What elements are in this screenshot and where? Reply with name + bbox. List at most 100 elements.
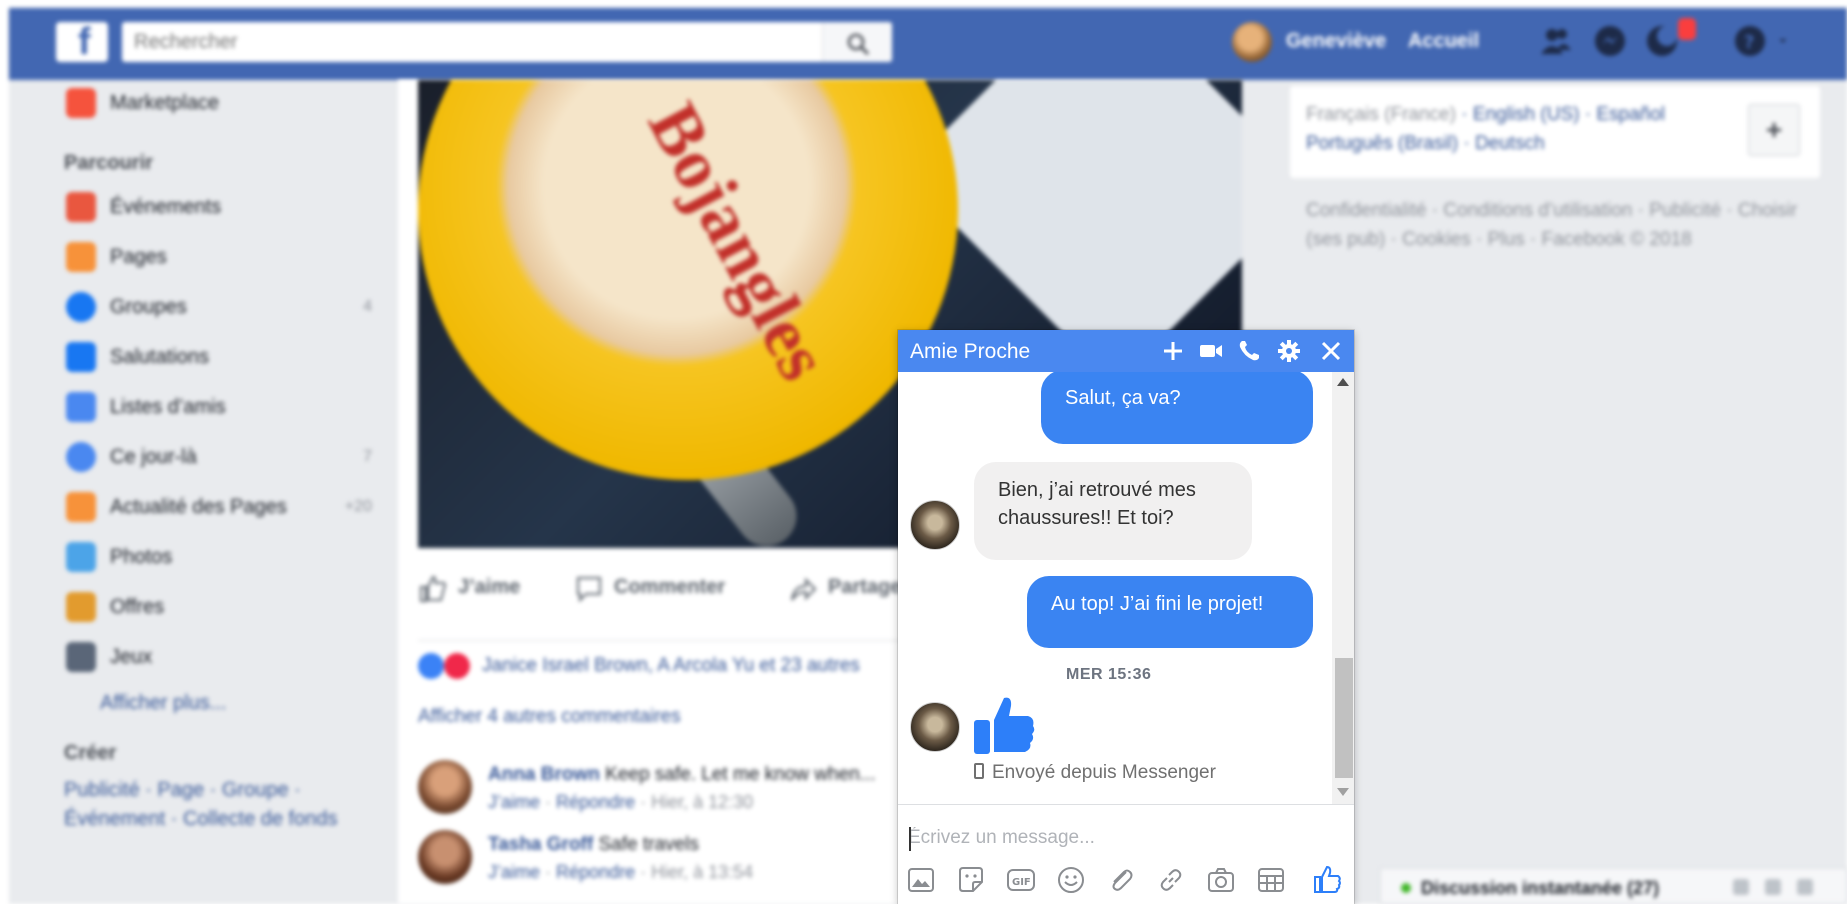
comment-reply-link[interactable]: Répondre — [556, 862, 635, 882]
home-link[interactable]: Accueil — [1408, 30, 1479, 53]
messenger-chat-window: Amie Proche Salut, ça va? Bien, j’ai ret… — [898, 330, 1354, 904]
search-box[interactable] — [122, 22, 892, 62]
commenter-avatar[interactable] — [418, 760, 472, 814]
notification-badge — [1678, 18, 1696, 40]
comment-icon — [577, 577, 601, 603]
outgoing-message[interactable]: Salut, ça va? — [1041, 372, 1313, 444]
sidebar-item-label: Offres — [110, 596, 165, 618]
scroll-down-arrow-icon[interactable] — [1337, 788, 1349, 796]
like-reaction-icon — [418, 653, 444, 679]
sent-via-text: Envoyé depuis Messenger — [992, 762, 1216, 783]
sidebar-item-offers[interactable]: Offres — [60, 590, 380, 626]
attachment-paperclip-icon[interactable] — [1106, 865, 1136, 895]
sidebar-item-photos[interactable]: Photos — [60, 540, 380, 576]
facebook-logo[interactable]: f — [56, 21, 108, 63]
like-button[interactable]: J’aime — [458, 576, 520, 599]
chat-settings-icon[interactable] — [1797, 879, 1813, 895]
chat-options-icon[interactable] — [1733, 879, 1749, 895]
sidebar-item-marketplace[interactable]: Marketplace — [60, 86, 380, 122]
sidebar-item-label: Salutations — [110, 346, 209, 368]
settings-gear-icon[interactable] — [1276, 338, 1302, 364]
phone-icon — [974, 763, 984, 779]
link-icon[interactable] — [1156, 865, 1186, 895]
share-button[interactable]: Partager — [828, 576, 909, 599]
sticker-icon[interactable] — [956, 865, 986, 895]
footer-links[interactable]: Confidentialité · Conditions d’utilisati… — [1306, 196, 1806, 254]
sidebar-item-events[interactable]: Événements — [60, 190, 380, 226]
comment-meta: J’aime · Répondre · Hier, à 12:30 — [488, 792, 754, 812]
voice-call-icon[interactable] — [1236, 338, 1262, 364]
send-like-thumbs-up-icon[interactable] — [1312, 865, 1342, 895]
language-link[interactable]: English (US) — [1473, 104, 1580, 125]
video-call-icon[interactable] — [1198, 338, 1224, 364]
friend-avatar[interactable] — [910, 500, 960, 550]
language-link[interactable]: Deutsch — [1475, 133, 1545, 154]
comment-author[interactable]: Anna Brown — [488, 764, 600, 785]
comment-text: Keep safe. Let me know when... — [605, 764, 876, 785]
online-status-icon — [1401, 883, 1411, 893]
search-button[interactable] — [822, 22, 892, 62]
commenter-avatar[interactable] — [418, 830, 472, 884]
sidebar-item-pages-feed[interactable]: Actualité des Pages +20 — [60, 490, 380, 526]
sidebar-item-memories[interactable]: Ce jour-là 7 — [60, 440, 380, 476]
profile-avatar[interactable] — [1232, 22, 1272, 62]
groups-icon — [66, 292, 96, 322]
sidebar-item-greetings[interactable]: Salutations — [60, 340, 380, 376]
chat-title[interactable]: Amie Proche — [910, 340, 1030, 364]
camera-icon[interactable] — [1206, 865, 1236, 895]
thumbs-up-sticker-icon[interactable] — [972, 694, 1036, 756]
create-links[interactable]: Publicité · Page · Groupe · Événement · … — [64, 776, 384, 834]
comment-reply-link[interactable]: Répondre — [556, 792, 635, 812]
outgoing-message[interactable]: Au top! J’ai fini le projet! — [1027, 576, 1313, 648]
chat-new-message-icon[interactable] — [1765, 879, 1781, 895]
share-icon — [791, 577, 817, 601]
close-icon[interactable] — [1318, 338, 1344, 364]
search-icon — [847, 33, 870, 56]
memories-icon — [66, 442, 96, 472]
profile-link[interactable]: Geneviève — [1286, 30, 1386, 53]
comment-like-link[interactable]: J’aime — [488, 792, 540, 812]
sidebar-item-label: Marketplace — [110, 92, 219, 114]
comment-like-link[interactable]: J’aime — [488, 862, 540, 882]
notifications-icon[interactable] — [1645, 24, 1679, 58]
comment-time: Hier, à 13:54 — [651, 862, 754, 882]
table-icon[interactable] — [1256, 865, 1286, 895]
add-person-icon[interactable] — [1160, 338, 1186, 364]
chat-header[interactable]: Amie Proche — [898, 330, 1354, 372]
more-comments-link[interactable]: Afficher 4 autres commentaires — [418, 706, 681, 728]
marketplace-icon — [66, 88, 96, 118]
sidebar-item-friend-lists[interactable]: Listes d’amis — [60, 390, 380, 426]
scroll-up-arrow-icon[interactable] — [1337, 378, 1349, 386]
friend-avatar[interactable] — [910, 702, 960, 752]
messenger-icon[interactable] — [1593, 24, 1627, 58]
account-menu-chevron-icon[interactable] — [1777, 24, 1797, 58]
gif-icon[interactable]: GIF — [1006, 865, 1036, 895]
chat-scrollbar[interactable] — [1332, 372, 1354, 804]
sent-via-messenger: Envoyé depuis Messenger — [974, 762, 1216, 784]
comment-button[interactable]: Commenter — [614, 576, 725, 599]
language-link[interactable]: Português (Brasil) — [1306, 133, 1458, 154]
sidebar-item-groups[interactable]: Groupes 4 — [60, 290, 380, 326]
sidebar-item-label: Actualité des Pages — [110, 496, 287, 518]
love-reaction-icon — [444, 653, 470, 679]
chat-messages[interactable]: Salut, ça va? Bien, j’ai retrouvé mes ch… — [898, 372, 1354, 804]
current-language: Français (France) — [1306, 104, 1456, 125]
add-language-button[interactable]: + — [1748, 104, 1800, 156]
incoming-message[interactable]: Bien, j’ai retrouvé mes chaussures!! Et … — [974, 462, 1252, 560]
search-input[interactable] — [122, 22, 802, 62]
sidebar-item-games[interactable]: Jeux — [60, 640, 380, 676]
offers-icon — [66, 592, 96, 622]
photo-icon[interactable] — [906, 865, 936, 895]
photos-icon — [66, 542, 96, 572]
scroll-thumb[interactable] — [1335, 658, 1353, 778]
friend-requests-icon[interactable] — [1539, 24, 1573, 58]
message-input[interactable] — [908, 823, 1308, 853]
see-more-link[interactable]: Afficher plus... — [60, 686, 380, 722]
emoji-icon[interactable] — [1056, 865, 1086, 895]
sidebar-item-pages[interactable]: Pages — [60, 240, 380, 276]
language-link[interactable]: Español — [1596, 104, 1665, 125]
comment-author[interactable]: Tasha Groff — [488, 834, 593, 855]
chat-sidebar-bar[interactable]: Discussion instantanée (27) — [1380, 868, 1847, 904]
svg-text:GIF: GIF — [1012, 877, 1031, 888]
help-icon[interactable]: ? — [1733, 24, 1767, 58]
